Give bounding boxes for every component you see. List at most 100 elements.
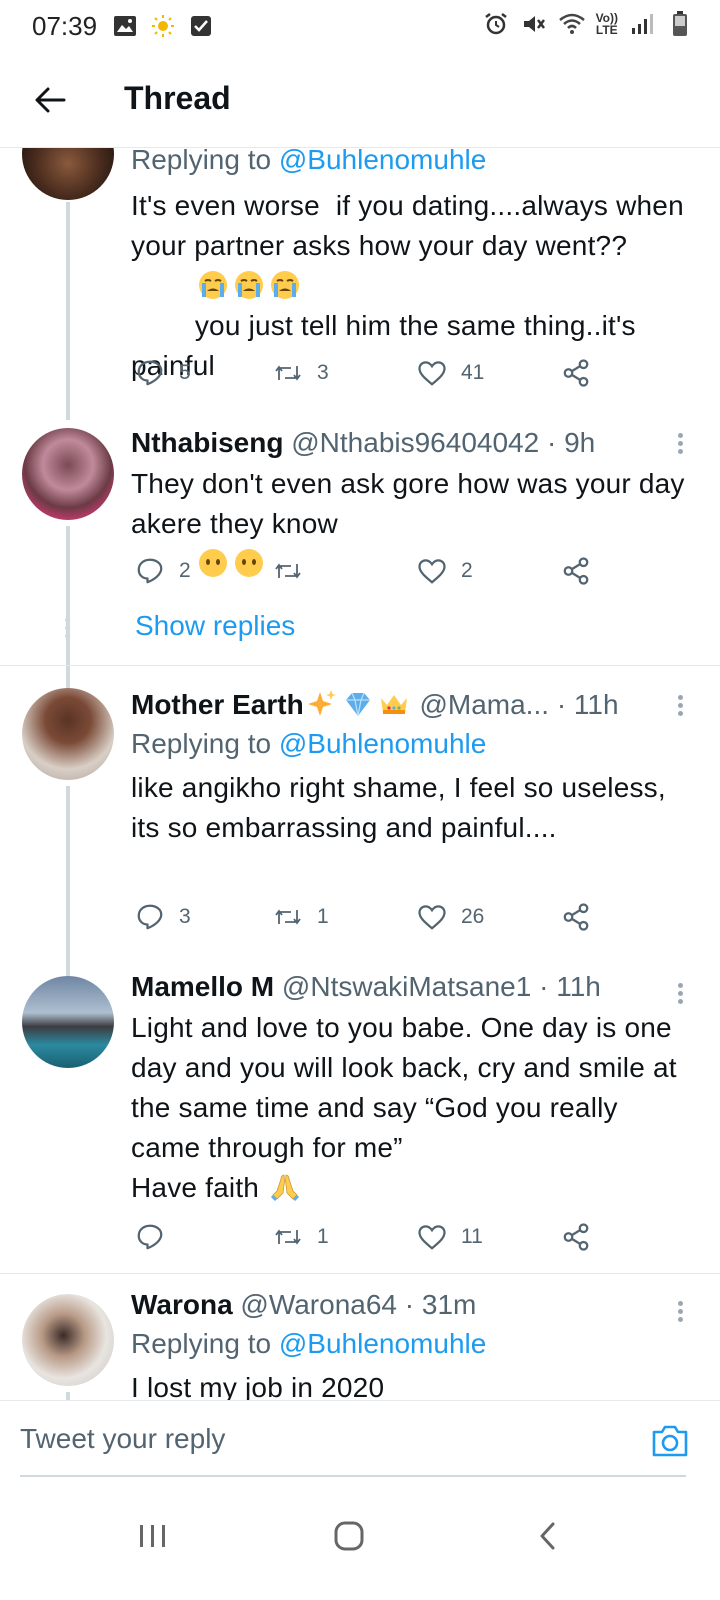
retweet-count: 1: [317, 1225, 329, 1248]
user-handle[interactable]: @Nthabis96404042: [291, 427, 539, 458]
mention-link[interactable]: @Buhlenomuhle: [279, 148, 486, 175]
recent-apps-icon[interactable]: [128, 1511, 178, 1561]
show-replies-link[interactable]: Show replies: [135, 610, 295, 642]
back-arrow-icon[interactable]: [30, 80, 70, 120]
thread-line: [66, 1392, 70, 1400]
share-button[interactable]: [561, 1222, 591, 1252]
thread-feed[interactable]: Replying to @Buhlenomuhle It's even wors…: [0, 148, 720, 1400]
tweet-1[interactable]: Nthabiseng @Nthabis96404042 · 9h They do…: [0, 426, 720, 694]
tweet-header: Nthabiseng @Nthabis96404042 · 9h: [131, 426, 692, 460]
user-handle[interactable]: @Mama...: [419, 689, 549, 720]
thread-header: Thread: [0, 52, 720, 148]
like-count: 11: [461, 1225, 483, 1248]
crying-emoji-icon: [195, 270, 303, 301]
heart-icon: [418, 1225, 446, 1250]
like-button[interactable]: 2: [417, 556, 473, 586]
tweet-text: like angikho right shame, I feel so usel…: [131, 772, 674, 843]
thread-continuation-dots: [64, 614, 70, 642]
reply-button[interactable]: 2: [135, 556, 191, 586]
avatar[interactable]: [22, 976, 114, 1068]
network-type-label: Vo)) LTE: [595, 11, 618, 37]
mention-link[interactable]: @Buhlenomuhle: [279, 1328, 486, 1359]
retweet-button[interactable]: [273, 556, 317, 586]
back-nav-icon[interactable]: [522, 1511, 572, 1561]
share-icon: [563, 557, 589, 585]
retweet-button[interactable]: 1: [273, 902, 329, 932]
like-count: 2: [461, 559, 473, 582]
checkbox-icon: [187, 12, 215, 40]
avatar[interactable]: [22, 148, 114, 200]
avatar[interactable]: [22, 688, 114, 780]
tweet-4[interactable]: Warona @Warona64 · 31m Replying to @Buhl…: [0, 1289, 720, 1400]
retweet-count: 3: [317, 361, 329, 384]
display-name[interactable]: Warona: [131, 1289, 233, 1320]
tweet-3[interactable]: Mamello M @NtswakiMatsane1 · 11h Light a…: [0, 971, 720, 1273]
like-button[interactable]: 26: [417, 902, 484, 932]
tweet-0[interactable]: Replying to @Buhlenomuhle It's even wors…: [0, 148, 720, 420]
tweet-text-part: It's even worse if you dating....always …: [131, 190, 692, 261]
retweet-icon: [275, 563, 301, 579]
folded-hands-emoji-icon: [267, 1172, 303, 1203]
retweet-button[interactable]: 3: [273, 358, 329, 388]
system-nav-bar: [0, 1477, 720, 1600]
home-icon[interactable]: [324, 1511, 374, 1561]
battery-icon: [666, 10, 694, 38]
sun-icon: [149, 12, 177, 40]
share-button[interactable]: [561, 902, 591, 932]
avatar[interactable]: [22, 428, 114, 520]
retweet-icon: [275, 365, 301, 381]
replying-prefix: Replying to: [131, 728, 279, 759]
status-time: 07:39: [32, 10, 98, 41]
reply-count: 5: [179, 361, 191, 384]
retweet-icon: [275, 909, 301, 925]
reply-bar: [0, 1400, 720, 1476]
display-name[interactable]: Mamello M: [131, 971, 274, 1002]
tweet-reply-input[interactable]: [20, 1423, 620, 1455]
like-button[interactable]: 11: [417, 1222, 483, 1252]
replying-prefix: Replying to: [131, 148, 279, 175]
reply-button[interactable]: 5: [135, 358, 191, 388]
retweet-button[interactable]: 1: [273, 1222, 329, 1252]
retweet-count: 1: [317, 905, 329, 928]
thread-line: [66, 786, 70, 976]
share-icon: [563, 359, 589, 387]
replying-to: Replying to @Buhlenomuhle: [131, 1326, 692, 1362]
page-title: Thread: [124, 80, 231, 116]
reply-button[interactable]: [135, 1222, 179, 1252]
reply-icon: [137, 360, 163, 386]
share-button[interactable]: [561, 358, 591, 388]
share-icon: [563, 1223, 589, 1251]
like-count: 26: [461, 905, 485, 928]
like-button[interactable]: 41: [417, 358, 484, 388]
reply-button[interactable]: 3: [135, 902, 191, 932]
replying-to: Replying to @Buhlenomuhle: [131, 726, 692, 762]
display-name[interactable]: Nthabiseng: [131, 427, 283, 458]
reply-count: 3: [179, 905, 191, 928]
tweet-time: · 11h: [539, 971, 601, 1002]
like-count: 41: [461, 361, 485, 384]
display-name[interactable]: Mother Earth: [131, 689, 304, 720]
status-bar: 07:39 Vo)) LTE: [0, 0, 720, 52]
thread-line: [66, 526, 70, 694]
divider: [0, 1273, 720, 1274]
tweet-text: It's even worse if you dating....always …: [131, 186, 692, 386]
tweet-text-part: Light and love to you babe. One day is o…: [131, 1012, 685, 1163]
user-handle[interactable]: @NtswakiMatsane1: [282, 971, 531, 1002]
tweet-time: · 11h: [556, 689, 619, 720]
camera-icon[interactable]: [650, 1423, 690, 1459]
user-handle[interactable]: @Warona64: [240, 1289, 397, 1320]
reply-icon: [137, 904, 163, 930]
divider: [0, 665, 720, 666]
share-button[interactable]: [561, 556, 591, 586]
mention-link[interactable]: @Buhlenomuhle: [279, 728, 486, 759]
tweet-actions: 3 1 26: [131, 902, 601, 942]
tweet-text: I lost my job in 2020: [131, 1372, 385, 1400]
signal-icon: [628, 10, 656, 38]
avatar[interactable]: [22, 1294, 114, 1386]
tweet-actions: 5 3 41: [131, 358, 601, 398]
replying-to: Replying to @Buhlenomuhle: [131, 148, 692, 178]
tweet-2[interactable]: Mother Earth @Mama... · 11h Replying to …: [0, 688, 720, 976]
reply-count: 2: [179, 559, 191, 582]
wifi-icon: [558, 10, 586, 38]
heart-icon: [418, 361, 446, 386]
